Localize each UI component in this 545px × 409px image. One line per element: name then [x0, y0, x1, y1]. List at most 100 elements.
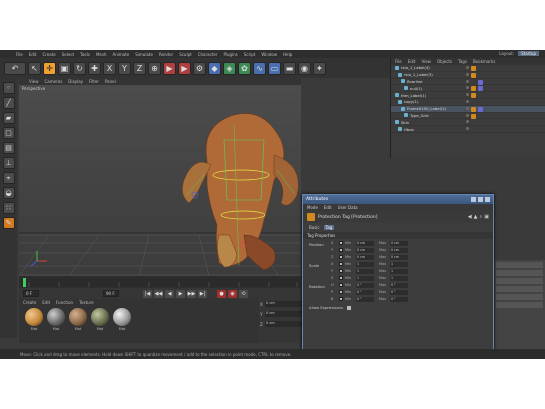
enable-checkbox[interactable] — [339, 248, 343, 252]
visibility-dot-icon[interactable] — [466, 113, 469, 117]
material-item[interactable]: Mat — [69, 308, 87, 331]
om-menu-bookmarks[interactable]: Bookmarks — [473, 59, 495, 64]
max-value-field[interactable]: 0 ° — [390, 282, 408, 288]
tweak-icon[interactable]: ∷ — [2, 202, 15, 214]
end-frame-field[interactable]: 90 F — [103, 290, 119, 297]
visibility-dot-icon[interactable] — [466, 120, 469, 124]
rotate-icon[interactable]: ↻ — [73, 61, 86, 75]
layer-row[interactable] — [496, 262, 543, 268]
menu-script[interactable]: Script — [244, 52, 256, 57]
edges-icon[interactable]: ╱ — [2, 97, 15, 109]
object-row[interactable]: Skin — [391, 119, 545, 127]
menu-render[interactable]: Render — [159, 52, 173, 57]
lock-icon[interactable]: ▣ — [484, 214, 489, 220]
scale-icon[interactable]: ▣ — [58, 61, 71, 75]
object-row[interactable]: rsio_1_Label(4) — [391, 65, 545, 72]
minimize-icon[interactable] — [471, 197, 476, 202]
start-frame-field[interactable]: 0 F — [23, 290, 39, 297]
visibility-dot-icon[interactable] — [466, 99, 469, 103]
viewport-menu-display[interactable]: Display — [68, 79, 83, 84]
menu-mesh[interactable]: Mesh — [96, 52, 107, 57]
prev-frame-icon[interactable]: ◀ — [165, 289, 174, 298]
move-icon[interactable]: ✛ — [43, 61, 56, 75]
back-arrow-icon[interactable]: ◀ — [468, 214, 472, 220]
array-icon[interactable]: ✿ — [238, 61, 251, 75]
viewport-menu-panel[interactable]: Panel — [105, 79, 116, 84]
close-icon[interactable] — [485, 197, 490, 202]
camera-icon[interactable]: ◉ — [298, 61, 311, 75]
floor-icon[interactable]: ▬ — [283, 61, 296, 75]
magnet-icon[interactable]: ◒ — [2, 187, 15, 199]
autokey-icon[interactable]: ◉ — [228, 289, 237, 298]
max-value-field[interactable]: 0 cm — [390, 254, 408, 260]
search-icon[interactable]: ⌕ — [479, 214, 482, 220]
object-row[interactable]: Hbox — [391, 126, 545, 133]
layer-row[interactable] — [496, 270, 543, 276]
om-menu-edit[interactable]: Edit — [408, 59, 416, 64]
play-icon[interactable]: ▶ — [176, 289, 185, 298]
object-row[interactable]: Frame0100_Label(1) — [391, 105, 545, 113]
min-value-field[interactable]: 0 ° — [356, 282, 374, 288]
z-axis-icon[interactable]: Z — [133, 61, 146, 75]
visibility-dot-icon[interactable] — [466, 79, 469, 83]
points-icon[interactable]: ◦ — [2, 82, 15, 94]
enable-checkbox[interactable] — [339, 262, 343, 266]
menu-simulate[interactable]: Simulate — [135, 52, 153, 57]
material-menu-create[interactable]: Create — [23, 300, 36, 305]
coord-value-field[interactable]: 0 cm — [265, 311, 302, 317]
polygons-icon[interactable]: ▰ — [2, 112, 15, 124]
dialog-menu-user-data[interactable]: User Data — [338, 205, 358, 210]
tag-icon[interactable] — [471, 93, 476, 99]
model-icon[interactable]: ▢ — [2, 127, 15, 139]
min-value-field[interactable]: 0 cm — [356, 254, 374, 260]
max-value-field[interactable]: 1 — [390, 261, 408, 267]
layer-row[interactable] — [496, 302, 543, 308]
create-icon[interactable]: ✚ — [88, 61, 101, 75]
render-icon[interactable]: ▶ — [178, 61, 191, 75]
visibility-dot-icon[interactable] — [466, 127, 469, 131]
object-row[interactable]: null(1) — [391, 85, 545, 93]
min-value-field[interactable]: 1 — [356, 275, 374, 281]
cube-icon[interactable]: ◆ — [208, 61, 221, 75]
record-icon[interactable]: ● — [217, 289, 226, 298]
min-value-field[interactable]: 0 cm — [356, 240, 374, 246]
spline-icon[interactable]: ∿ — [253, 61, 266, 75]
render-settings-icon[interactable]: ⚙ — [193, 61, 206, 75]
max-value-field[interactable]: 1 — [390, 275, 408, 281]
timeline-ruler[interactable] — [19, 276, 301, 288]
min-value-field[interactable]: 0 ° — [356, 289, 374, 295]
max-value-field[interactable]: 0 cm — [390, 240, 408, 246]
paint-icon[interactable]: ✎ — [2, 217, 15, 229]
menu-file[interactable]: File — [16, 52, 23, 57]
material-item[interactable]: Mat — [113, 308, 131, 331]
allow-expressions-checkbox[interactable] — [346, 305, 351, 310]
coord-icon[interactable]: ⊕ — [148, 61, 161, 75]
max-value-field[interactable]: 0 cm — [390, 247, 408, 253]
tag-icon[interactable] — [471, 86, 476, 92]
tag-icon[interactable] — [471, 106, 476, 112]
menu-edit[interactable]: Edit — [29, 52, 37, 57]
axis-icon[interactable]: ⊥ — [2, 157, 15, 169]
coord-value-field[interactable]: 0 cm — [265, 301, 302, 307]
undo-icon[interactable]: ↶ — [4, 61, 26, 75]
texture-icon[interactable]: ▤ — [2, 142, 15, 154]
material-menu-texture[interactable]: Texture — [79, 300, 94, 305]
deformer-icon[interactable]: ▭ — [268, 61, 281, 75]
material-menu-function[interactable]: Function — [56, 300, 73, 305]
min-value-field[interactable]: 0 ° — [356, 296, 374, 302]
goto-start-icon[interactable]: |◀ — [143, 289, 152, 298]
om-menu-view[interactable]: View — [421, 59, 431, 64]
next-key-icon[interactable]: ▶▶ — [187, 289, 196, 298]
object-row[interactable]: Type_Grid — [391, 113, 545, 120]
keyframe-icon[interactable]: ⟲ — [239, 289, 248, 298]
enable-checkbox[interactable] — [339, 297, 343, 301]
enable-checkbox[interactable] — [339, 276, 343, 280]
om-menu-tags[interactable]: Tags — [458, 59, 467, 64]
viewport-menu-cameras[interactable]: Cameras — [45, 79, 63, 84]
light-icon[interactable]: ✦ — [313, 61, 326, 75]
min-value-field[interactable]: 0 cm — [356, 247, 374, 253]
visibility-dot-icon[interactable] — [466, 66, 469, 69]
material-menu-edit[interactable]: Edit — [42, 300, 50, 305]
layer-row[interactable] — [496, 278, 543, 284]
layout-selector[interactable]: Layout: Startup — [499, 51, 539, 56]
